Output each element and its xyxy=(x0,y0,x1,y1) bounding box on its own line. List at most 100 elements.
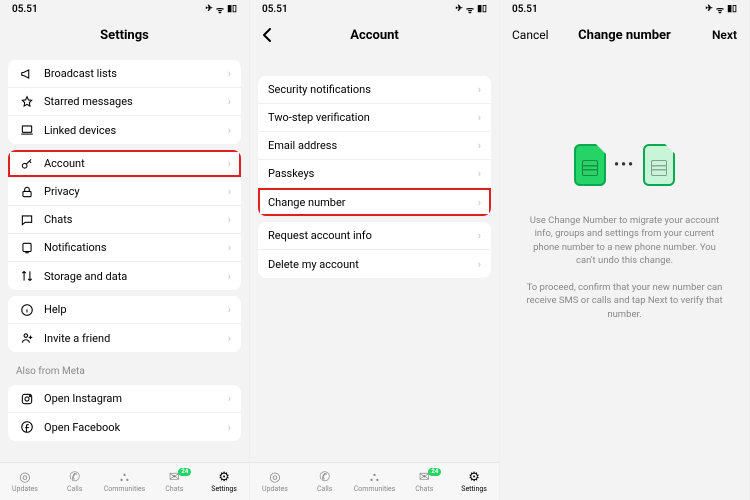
tab-label: Chats xyxy=(415,485,433,493)
group-meta: Open Instagram›Open Facebook› xyxy=(8,385,241,441)
tab-settings[interactable]: ⚙Settings xyxy=(203,471,245,493)
dots-icon: ••• xyxy=(614,157,635,173)
bell-icon xyxy=(18,241,36,255)
airplane-icon: ✈︎ xyxy=(455,4,463,14)
section-meta-label: Also from Meta xyxy=(0,358,249,379)
page-title: Change number xyxy=(578,28,671,43)
chevron-right-icon: › xyxy=(478,139,481,152)
content: Broadcast lists›Starred messages›Linked … xyxy=(0,52,249,462)
airplane-icon: ✈︎ xyxy=(705,4,713,14)
tab-chats[interactable]: ✉Chats24 xyxy=(403,471,445,493)
tab-communities[interactable]: ⛬Communities xyxy=(353,471,395,493)
chevron-right-icon: › xyxy=(228,124,231,137)
page-title: Account xyxy=(350,28,399,43)
tab-badge: 24 xyxy=(428,468,441,476)
row-label: Invite a friend xyxy=(44,332,228,345)
row-notifications[interactable]: Notifications› xyxy=(8,234,241,262)
row-chats[interactable]: Chats› xyxy=(8,206,241,234)
group-help: Help›Invite a friend› xyxy=(8,296,241,352)
chevron-right-icon: › xyxy=(228,185,231,198)
tab-badge: 24 xyxy=(178,468,191,476)
chevron-right-icon: › xyxy=(478,196,481,209)
chevron-right-icon: › xyxy=(228,332,231,345)
chevron-right-icon: › xyxy=(478,111,481,124)
tab-updates[interactable]: ◎Updates xyxy=(254,471,296,493)
sim-row: ••• xyxy=(574,144,675,186)
row-label: Open Instagram xyxy=(44,392,228,405)
cancel-button[interactable]: Cancel xyxy=(500,18,561,52)
chevron-right-icon: › xyxy=(478,258,481,271)
tab-calls[interactable]: ✆Calls xyxy=(304,471,346,493)
row-account[interactable]: Account› xyxy=(8,150,241,178)
wifi-icon: ᯤ xyxy=(716,3,724,16)
row-help[interactable]: Help› xyxy=(8,296,241,324)
row-label: Passkeys xyxy=(268,167,478,180)
communities-tab-icon: ⛬ xyxy=(370,471,379,484)
tab-chats[interactable]: ✉Chats24 xyxy=(153,471,195,493)
row-label: Open Facebook xyxy=(44,421,228,434)
row-delete-my-account[interactable]: Delete my account› xyxy=(258,250,491,278)
battery-icon: ▮▯ xyxy=(227,4,237,14)
tab-label: Chats xyxy=(165,485,183,493)
row-broadcast-lists[interactable]: Broadcast lists› xyxy=(8,60,241,88)
group-account: Account›Privacy›Chats›Notifications›Stor… xyxy=(8,150,241,290)
row-passkeys[interactable]: Passkeys› xyxy=(258,160,491,188)
star-icon xyxy=(18,95,36,109)
row-label: Email address xyxy=(268,139,478,152)
row-privacy[interactable]: Privacy› xyxy=(8,178,241,206)
updates-tab-icon: ◎ xyxy=(269,471,280,484)
arrows-icon xyxy=(18,269,36,283)
status-bar: 05.51 ✈︎ ᯤ ▮▯ xyxy=(500,0,749,18)
row-security-notifications[interactable]: Security notifications› xyxy=(258,76,491,104)
row-change-number[interactable]: Change number› xyxy=(258,188,491,216)
row-open-facebook[interactable]: Open Facebook› xyxy=(8,413,241,441)
tab-label: Updates xyxy=(262,485,288,493)
row-request-account-info[interactable]: Request account info› xyxy=(258,222,491,250)
info-icon xyxy=(18,303,36,317)
status-icons: ✈︎ ᯤ ▮▯ xyxy=(455,3,487,16)
chevron-left-icon xyxy=(262,27,272,43)
tab-communities[interactable]: ⛬Communities xyxy=(103,471,145,493)
tab-settings[interactable]: ⚙Settings xyxy=(453,471,495,493)
chevron-right-icon: › xyxy=(228,157,231,170)
row-label: Two-step verification xyxy=(268,111,478,124)
row-label: Broadcast lists xyxy=(44,67,228,80)
chat-icon xyxy=(18,213,36,227)
next-button[interactable]: Next xyxy=(700,18,749,52)
wifi-icon: ᯤ xyxy=(466,3,474,16)
tab-label: Communities xyxy=(354,485,396,493)
tab-label: Settings xyxy=(461,485,487,493)
row-invite-a-friend[interactable]: Invite a friend› xyxy=(8,324,241,352)
row-label: Storage and data xyxy=(44,270,228,283)
chevron-right-icon: › xyxy=(228,270,231,283)
group-request: Request account info›Delete my account› xyxy=(258,222,491,278)
row-storage-and-data[interactable]: Storage and data› xyxy=(8,262,241,290)
tab-calls[interactable]: ✆Calls xyxy=(54,471,96,493)
row-open-instagram[interactable]: Open Instagram› xyxy=(8,385,241,413)
row-email-address[interactable]: Email address› xyxy=(258,132,491,160)
tab-bar: ◎Updates✆Calls⛬Communities✉Chats24⚙Setti… xyxy=(0,462,249,500)
row-label: Starred messages xyxy=(44,95,228,108)
nav-bar: Account xyxy=(250,18,499,52)
page-title: Settings xyxy=(100,28,149,43)
megaphone-icon xyxy=(18,67,36,81)
battery-icon: ▮▯ xyxy=(477,4,487,14)
key-icon xyxy=(18,157,36,171)
status-icons: ✈︎ ᯤ ▮▯ xyxy=(705,3,737,16)
person-icon xyxy=(18,331,36,345)
content: ••• Use Change Number to migrate your ac… xyxy=(500,52,749,500)
row-two-step-verification[interactable]: Two-step verification› xyxy=(258,104,491,132)
tab-updates[interactable]: ◎Updates xyxy=(4,471,46,493)
wifi-icon: ᯤ xyxy=(216,3,224,16)
chevron-right-icon: › xyxy=(478,229,481,242)
sim-new-icon xyxy=(643,144,675,186)
chevron-right-icon: › xyxy=(228,303,231,316)
screen-settings: 05.51 ✈︎ ᯤ ▮▯ Settings Broadcast lists›S… xyxy=(0,0,250,500)
status-time: 05.51 xyxy=(12,4,38,15)
back-button[interactable] xyxy=(250,18,284,52)
chevron-right-icon: › xyxy=(478,83,481,96)
screen-account: 05.51 ✈︎ ᯤ ▮▯ Account Security notificat… xyxy=(250,0,500,500)
row-label: Account xyxy=(44,157,228,170)
row-starred-messages[interactable]: Starred messages› xyxy=(8,88,241,116)
row-linked-devices[interactable]: Linked devices› xyxy=(8,116,241,144)
